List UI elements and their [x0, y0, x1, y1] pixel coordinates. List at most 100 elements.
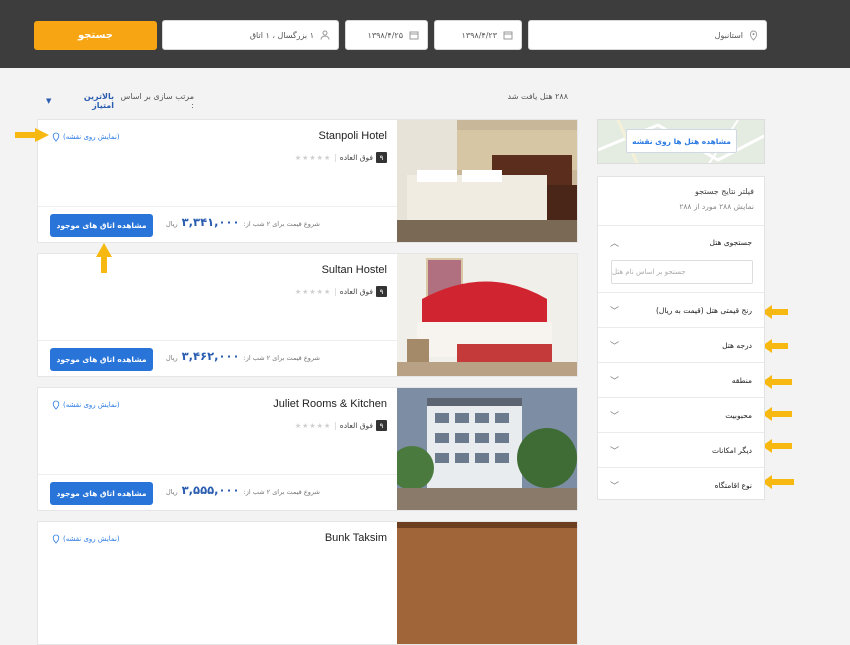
location-pin-icon — [52, 132, 60, 142]
search-button[interactable]: جستجو — [34, 21, 157, 50]
chevron-down-icon: ﹀ — [610, 446, 620, 457]
map-link-label: (نمایش روی نقشه) — [63, 133, 120, 141]
currency: ریال — [166, 354, 178, 362]
destination-field[interactable]: استانبول — [528, 20, 767, 50]
filter-section-label: نوع اقامتگاه — [714, 480, 752, 490]
show-on-map-link[interactable]: (نمایش روی نقشه) — [52, 400, 120, 410]
hotel-photo[interactable] — [397, 120, 577, 242]
currency: ریال — [166, 220, 178, 228]
score-badge: ۹ — [376, 152, 387, 163]
chevron-down-icon: ﹀ — [610, 341, 620, 352]
checkin-value: ۱۳۹۸/۴/۲۳ — [461, 30, 497, 40]
arrow-left-icon — [762, 439, 792, 453]
filter-summary: نمایش ۲۸۸ مورد از ۲۸۸ — [679, 202, 754, 211]
divider — [38, 206, 397, 207]
sort-value[interactable]: بالاترین امتیاز — [60, 92, 114, 110]
location-pin-icon — [749, 30, 758, 41]
price-info: شروع قیمت برای ۲ شب از: ۳,۵۵۵,۰۰۰ ریال — [166, 483, 320, 497]
filter-section-label: جستجوی هتل — [709, 238, 752, 247]
view-rooms-button[interactable]: مشاهده اتاق های موجود — [50, 482, 153, 505]
checkout-field[interactable]: ۱۳۹۸/۴/۲۵ — [345, 20, 428, 50]
map-link-label: (نمایش روی نقشه) — [63, 401, 120, 409]
guests-value: ۱ بزرگسال ، ۱ اتاق — [249, 30, 314, 40]
location-pin-icon — [52, 400, 60, 410]
filter-section-hotel-class[interactable]: درجه هتل ﹀ — [598, 327, 764, 362]
hotel-rating: ۹ فوق العاده | ★★★★★ — [295, 420, 387, 431]
view-on-map-button[interactable]: مشاهده هتل ها روی نقشه — [626, 129, 737, 153]
currency: ریال — [166, 488, 178, 496]
price-amount: ۳,۳۴۱,۰۰۰ — [181, 215, 240, 229]
hotel-name-search-input[interactable]: جستجو بر اساس نام هتل — [611, 260, 753, 284]
price-info: شروع قیمت برای ۲ شب از: ۳,۳۴۱,۰۰۰ ریال — [166, 215, 320, 229]
filter-section-hotel-search[interactable]: جستجوی هتل ︿ — [598, 225, 764, 259]
filter-section-accommodation-type[interactable]: نوع اقامتگاه ﹀ — [598, 467, 764, 502]
filter-section-label: دیگر امکانات — [711, 445, 752, 455]
filter-section-area[interactable]: منطقه ﹀ — [598, 362, 764, 397]
filter-section-label: منطقه — [731, 375, 752, 385]
price-amount: ۳,۵۵۵,۰۰۰ — [181, 483, 240, 497]
view-rooms-button[interactable]: مشاهده اتاق های موجود — [50, 348, 153, 371]
hotel-name[interactable]: Bunk Taksim — [325, 532, 387, 544]
star-rating-icon: ★★★★★ — [294, 287, 332, 296]
chevron-up-icon: ︿ — [610, 239, 620, 249]
view-rooms-button[interactable]: مشاهده اتاق های موجود — [50, 214, 153, 237]
price-label: شروع قیمت برای ۲ شب از: — [243, 488, 320, 496]
divider — [38, 340, 397, 341]
chevron-down-icon: ▼ — [46, 97, 52, 105]
show-on-map-link[interactable]: (نمایش روی نقشه) — [52, 534, 120, 544]
star-rating-icon: ★★★★★ — [294, 153, 332, 162]
price-info: شروع قیمت برای ۲ شب از: ۳,۴۶۲,۰۰۰ ریال — [166, 349, 320, 363]
search-bar: استانبول ۱۳۹۸/۴/۲۳ ۱۳۹۸/۴/۲۵ ۱ بزرگسال ،… — [0, 0, 850, 68]
filter-section-label: محبوبیت — [725, 410, 752, 420]
arrow-left-icon — [762, 305, 788, 319]
calendar-icon — [503, 31, 513, 40]
divider — [38, 474, 397, 475]
hotel-name[interactable]: Juliet Rooms & Kitchen — [273, 398, 387, 410]
chevron-down-icon: ﹀ — [610, 306, 620, 317]
hotel-rating: ۹ فوق العاده | ★★★★★ — [295, 152, 387, 163]
arrow-down-icon — [96, 243, 112, 273]
price-amount: ۳,۴۶۲,۰۰۰ — [181, 349, 240, 363]
filter-section-amenities[interactable]: دیگر امکانات ﹀ — [598, 432, 764, 467]
filter-section-popularity[interactable]: محبوبیت ﹀ — [598, 397, 764, 432]
map-link-label: (نمایش روی نقشه) — [63, 535, 120, 543]
results-count: ۲۸۸ هتل یافت شد — [507, 92, 568, 101]
hotel-card: Sultan Hostel ۹ فوق العاده | ★★★★★ شروع … — [37, 253, 578, 377]
filter-section-label: درجه هتل — [722, 340, 752, 350]
hotel-name[interactable]: Sultan Hostel — [322, 264, 387, 276]
hotel-photo[interactable] — [397, 388, 577, 510]
location-pin-icon — [52, 534, 60, 544]
price-label: شروع قیمت برای ۲ شب از: — [243, 220, 320, 228]
hotel-photo[interactable] — [397, 522, 577, 644]
hotel-rating: ۹ فوق العاده | ★★★★★ — [295, 286, 387, 297]
arrow-right-icon — [15, 128, 49, 142]
arrow-left-icon — [762, 475, 794, 489]
price-label: شروع قیمت برای ۲ شب از: — [243, 354, 320, 362]
destination-value: استانبول — [714, 30, 743, 40]
filter-panel: فیلتر نتایج جستجو نمایش ۲۸۸ مورد از ۲۸۸ … — [597, 176, 765, 500]
show-on-map-link[interactable]: (نمایش روی نقشه) — [52, 132, 120, 142]
checkout-value: ۱۳۹۸/۴/۲۵ — [367, 30, 403, 40]
arrow-left-icon — [762, 339, 788, 353]
chevron-down-icon: ﹀ — [610, 411, 620, 422]
filter-section-label: رنج قیمتی هتل (قیمت به ریال) — [655, 305, 752, 315]
score-label: فوق العاده — [339, 153, 373, 162]
checkin-field[interactable]: ۱۳۹۸/۴/۲۳ — [434, 20, 522, 50]
score-label: فوق العاده — [339, 421, 373, 430]
sort-label: مرتب سازی بر اساس : — [120, 92, 194, 110]
hotel-card: Stanpoli Hotel (نمایش روی نقشه) ۹ فوق ال… — [37, 119, 578, 243]
chevron-down-icon: ﹀ — [610, 376, 620, 387]
guests-field[interactable]: ۱ بزرگسال ، ۱ اتاق — [162, 20, 339, 50]
star-rating-icon: ★★★★★ — [294, 421, 332, 430]
hotel-card: Juliet Rooms & Kitchen (نمایش روی نقشه) … — [37, 387, 578, 511]
sort-control[interactable]: مرتب سازی بر اساس : بالاترین امتیاز ▼ — [46, 92, 194, 110]
score-label: فوق العاده — [339, 287, 373, 296]
score-badge: ۹ — [376, 420, 387, 431]
arrow-left-icon — [762, 407, 792, 421]
score-badge: ۹ — [376, 286, 387, 297]
hotel-name[interactable]: Stanpoli Hotel — [319, 130, 388, 142]
hotel-photo[interactable] — [397, 254, 577, 376]
calendar-icon — [409, 31, 419, 40]
map-preview[interactable]: مشاهده هتل ها روی نقشه — [597, 119, 765, 164]
filter-section-price-range[interactable]: رنج قیمتی هتل (قیمت به ریال) ﹀ — [598, 292, 764, 327]
